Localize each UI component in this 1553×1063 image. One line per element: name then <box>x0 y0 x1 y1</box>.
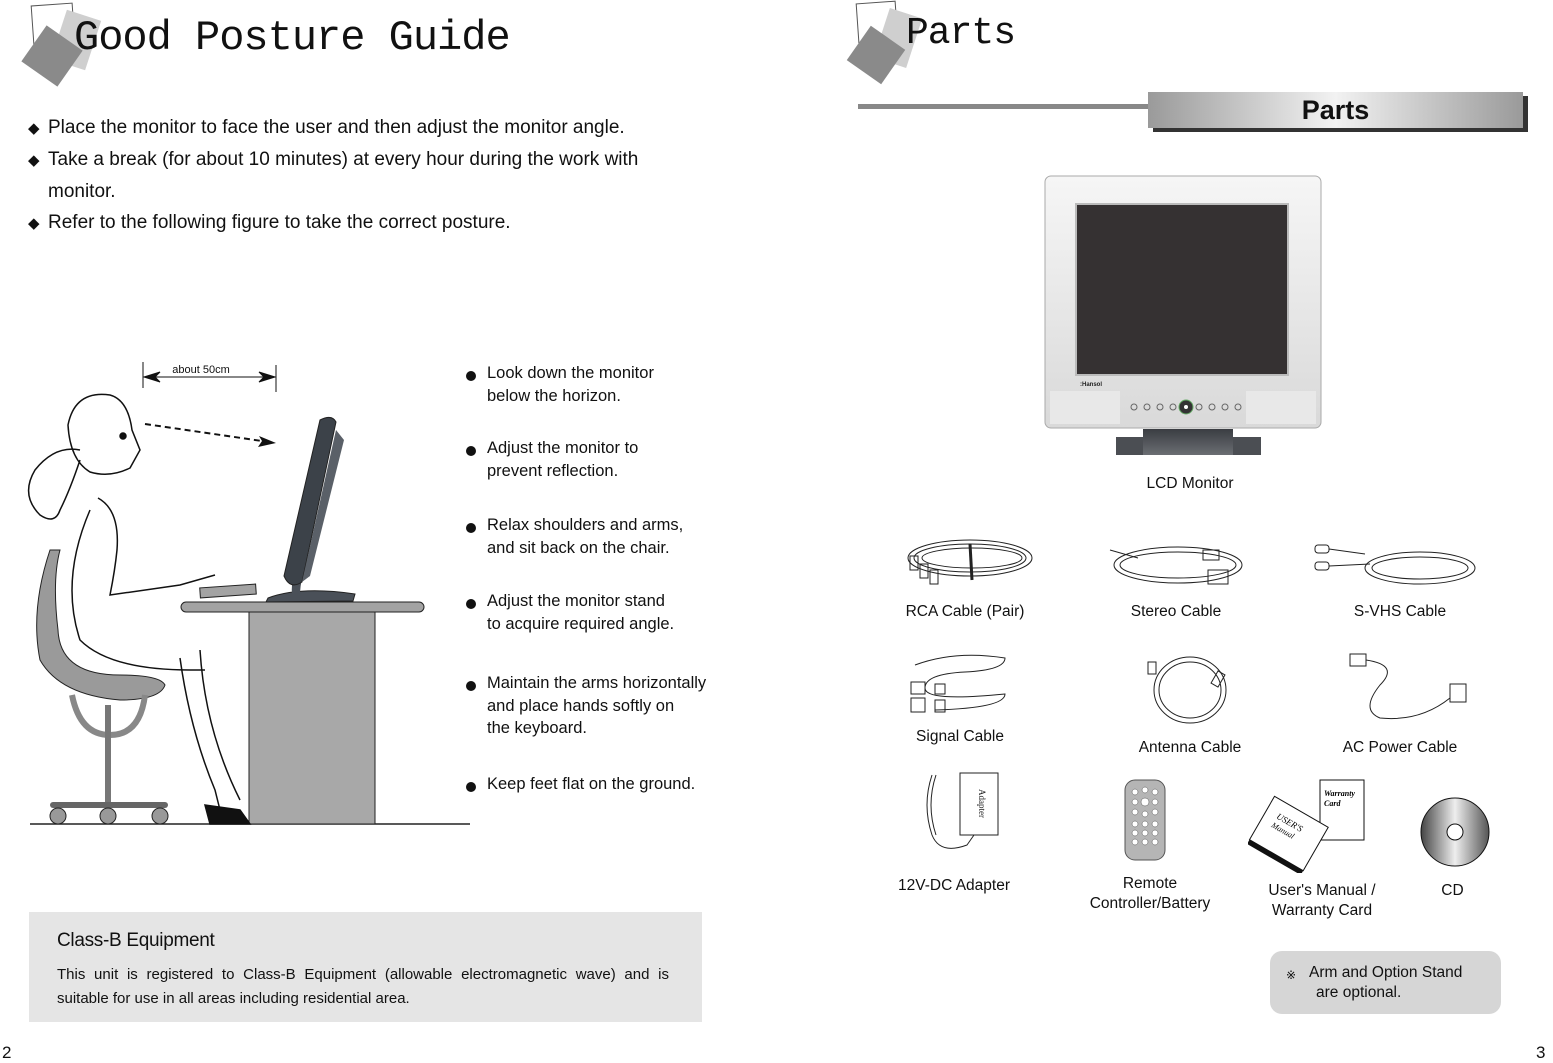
stereo-cable-image <box>1109 546 1243 585</box>
bullet-dot-icon <box>466 599 476 609</box>
page-number: 3 <box>1536 1043 1546 1062</box>
reference-mark-icon: ※ <box>1286 968 1297 982</box>
cd-label: CD <box>1441 882 1464 899</box>
bullet-item: ◆ Place the monitor to face the user and… <box>28 112 748 144</box>
bullet-dot-icon <box>466 681 476 691</box>
bullet-dot-icon <box>466 523 476 533</box>
sightline-arrow-icon <box>144 423 276 447</box>
bullet-item: ◆ Take a break (for about 10 minutes) at… <box>28 144 748 176</box>
tip-item: Adjust the monitor stand to acquire requi… <box>466 590 746 635</box>
manual-warranty-label: User's Manual / Warranty Card <box>1268 882 1376 919</box>
bullet-item-continuation: monitor. <box>48 181 116 202</box>
diamond-icon: ◆ <box>28 120 40 137</box>
remote-controller-image <box>1124 779 1166 861</box>
ac-power-cable-label: AC Power Cable <box>1342 739 1458 756</box>
bullet-dot-icon <box>466 446 476 456</box>
ac-power-cable-image <box>1349 653 1467 720</box>
tip-item: Keep feet flat on the ground. <box>466 773 746 796</box>
tip-item: Relax shoulders and arms, and sit back on… <box>466 514 746 559</box>
signal-cable-image <box>910 654 1006 713</box>
page-number: 2 <box>2 1043 12 1062</box>
bullet-dot-icon <box>466 371 476 381</box>
dc-adapter-image: Adapter <box>926 772 999 849</box>
bullet-dot-icon <box>466 782 476 792</box>
section-rule <box>858 104 1150 109</box>
svhs-cable-image <box>1314 544 1476 585</box>
chair-icon <box>36 549 169 825</box>
page-title: Good Posture Guide <box>74 14 511 62</box>
tip-item: Maintain the arms horizontally and place … <box>466 672 746 740</box>
antenna-cable-label: Antenna Cable <box>1138 739 1242 756</box>
tip-item: Adjust the monitor to prevent reflection. <box>466 437 746 482</box>
svg-text:Warranty: Warranty <box>1324 789 1355 798</box>
bullet-item: ◆ Refer to the following figure to take … <box>28 207 748 239</box>
monitor-icon <box>265 416 356 603</box>
dc-adapter-label: 12V-DC Adapter <box>897 877 1010 894</box>
diamond-icon: ◆ <box>28 215 40 232</box>
brand-logo: :Hansol <box>1080 382 1102 388</box>
page-title: Parts <box>906 12 1016 55</box>
cd-image <box>1420 797 1490 867</box>
tip-item: Look down the monitor below the horizon. <box>466 362 746 407</box>
antenna-cable-image <box>1147 656 1227 724</box>
distance-label: about 50cm <box>172 364 229 376</box>
lcd-monitor-label: LCD Monitor <box>1146 475 1234 492</box>
remote-controller-label: Remote Controller/Battery <box>1089 875 1211 912</box>
desk-icon <box>180 601 425 825</box>
adapter-text: Adapter <box>977 789 987 818</box>
optional-note: ※ Arm and Option Stand are optional. <box>1270 951 1501 1014</box>
signal-cable-label: Signal Cable <box>916 728 1004 745</box>
rca-cable-label: RCA Cable (Pair) <box>905 603 1025 620</box>
stereo-cable-label: Stereo Cable <box>1130 603 1222 620</box>
class-b-body: This unit is registered to Class-B Equip… <box>57 966 669 1007</box>
rca-cable-image <box>907 539 1033 585</box>
svhs-cable-label: S-VHS Cable <box>1353 603 1447 620</box>
intro-bullets: ◆ Place the monitor to face the user and… <box>28 112 748 239</box>
posture-illustration: about 50cm <box>27 362 470 825</box>
svg-text:Card: Card <box>1324 799 1341 808</box>
class-b-notice: Class-B Equipment This unit is registere… <box>29 912 702 1022</box>
diamond-icon: ◆ <box>28 152 40 169</box>
section-heading-bar: Parts <box>1148 92 1523 128</box>
class-b-heading: Class-B Equipment <box>57 930 215 951</box>
lcd-monitor-image: :Hansol <box>1044 175 1322 455</box>
manual-warranty-image: Warranty Card USER'S Manual <box>1248 779 1365 873</box>
